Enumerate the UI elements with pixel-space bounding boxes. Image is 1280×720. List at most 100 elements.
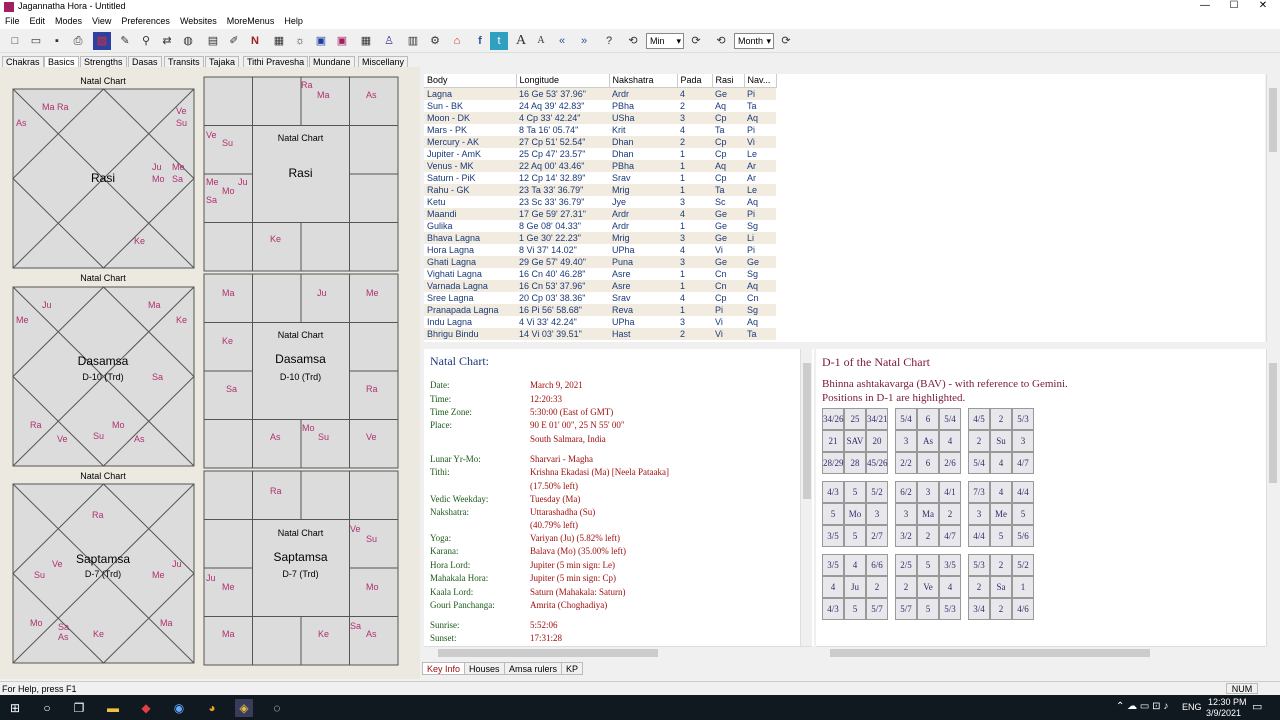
time-back-icon[interactable]: ⟲: [624, 32, 642, 50]
tray-icons[interactable]: ⌃ ☁ ▭ ⊡ ♪: [1116, 701, 1168, 712]
table-cell: Jupiter - AmK: [427, 148, 482, 159]
search-icon[interactable]: ○: [38, 699, 56, 717]
table-row[interactable]: Varnada Lagna 16 Cn 53' 37.96" Asre 1 Cn Aq: [424, 279, 776, 292]
key-info-hscrollbar[interactable]: [424, 646, 812, 658]
bav-cell: Ve: [917, 576, 939, 598]
table-cell: 14 Vi 03' 39.51": [516, 327, 609, 340]
table-cell: Ar: [747, 172, 756, 183]
tab-houses[interactable]: Houses: [464, 662, 505, 675]
app-icon-circle[interactable]: ◌: [268, 699, 286, 717]
table-row[interactable]: Sun - BK 24 Aq 39' 42.83" PBha 2 Aq Ta: [424, 100, 776, 112]
bav-cell: 5: [917, 598, 939, 620]
table-row[interactable]: Vighati Lagna 16 Cn 40' 46.28" Asre 1 Cn Sg: [424, 268, 776, 280]
clock-date[interactable]: 3/9/2021: [1206, 708, 1241, 718]
col-pada[interactable]: Pada: [677, 74, 713, 88]
table-row[interactable]: Venus - MK 22 Aq 00' 43.46" PBha 1 Aq Ar: [424, 159, 776, 172]
language-indicator[interactable]: ENG: [1182, 702, 1202, 712]
task-view-icon[interactable]: ❐: [70, 699, 88, 717]
table-cell: Vi: [744, 135, 776, 148]
table-row[interactable]: Gulika 8 Ge 08' 04.33" Ardr 1 Ge Sg: [424, 220, 776, 232]
table-row[interactable]: Sree Lagna 20 Cp 03' 38.36" Srav 4 Cp Cn: [424, 292, 776, 304]
font-smaller-icon[interactable]: A: [532, 32, 550, 50]
table-row[interactable]: Pranapada Lagna 16 Pi 56' 58.68" Reva 1 Pi Sg: [424, 303, 776, 316]
chrome-icon[interactable]: ◕: [203, 699, 221, 717]
col-body[interactable]: Body: [424, 74, 517, 88]
bav-cell: 28: [844, 452, 866, 474]
bav-hscrollbar[interactable]: [816, 646, 1266, 658]
close-button[interactable]: ✕: [1246, 0, 1280, 14]
table-row[interactable]: Ghati Lagna 29 Ge 57' 49.40" Puna 3 Ge Ge: [424, 255, 776, 268]
key-info-value: Sharvari - Magha: [530, 454, 593, 464]
key-info-label: Sunset:: [430, 633, 457, 643]
tab-kp[interactable]: KP: [561, 662, 584, 675]
bav-scrollbar[interactable]: [1266, 349, 1278, 646]
notification-icon[interactable]: ▭: [1252, 700, 1262, 713]
date-back-icon[interactable]: ⟲: [712, 32, 730, 50]
table-cell: Ardr: [609, 207, 677, 220]
table-cell: Le: [744, 183, 776, 196]
temple-icon[interactable]: ⌂: [448, 32, 466, 50]
twitter-icon[interactable]: t: [490, 32, 508, 50]
table-cell: Mars - PK: [427, 124, 468, 135]
date-forward-icon[interactable]: ⟳: [777, 32, 795, 50]
table-cell: Indu Lagna: [427, 316, 473, 327]
col-nav[interactable]: Nav...: [744, 74, 777, 88]
table-row[interactable]: Indu Lagna 4 Vi 33' 42.24" UPha 3 Vi Aq: [424, 316, 776, 328]
key-info-value: South Salmara, India: [530, 434, 606, 444]
south-rasi-title: Natal Chart: [277, 133, 324, 143]
table-row[interactable]: Mars - PK 8 Ta 16' 05.74" Krit 4 Ta Pi: [424, 124, 776, 136]
forward-icon[interactable]: »: [575, 32, 593, 50]
bav-cell: 4/7: [1012, 452, 1034, 474]
table-row[interactable]: Jupiter - AmK 25 Cp 47' 23.57" Dhan 1 Cp Le: [424, 148, 776, 160]
bav-cell: 2: [968, 576, 990, 598]
table-cell: Cp: [715, 148, 727, 159]
table-row[interactable]: Bhava Lagna 1 Ge 30' 22.23" Mrig 3 Ge Li: [424, 231, 776, 244]
col-nakshatra[interactable]: Nakshatra: [609, 74, 678, 88]
key-info-value: (40.79% left): [530, 520, 578, 530]
tools-icon[interactable]: ⚙: [426, 32, 444, 50]
planet-label: Ve: [366, 432, 377, 442]
table-cell: 1: [677, 279, 712, 292]
table-cell: Hast: [609, 327, 677, 340]
app-icon-red[interactable]: ◆: [137, 699, 155, 717]
clock-time[interactable]: 12:30 PM: [1208, 697, 1247, 707]
table-row[interactable]: Mercury - AK 27 Cp 51' 52.54" Dhan 2 Cp Vi: [424, 135, 776, 148]
planet-label: Ma: [222, 288, 235, 298]
col-longitude[interactable]: Longitude: [516, 74, 610, 88]
planet-label: Ke: [318, 629, 330, 639]
date-unit-select[interactable]: Month ▾: [734, 33, 774, 49]
file-explorer-icon[interactable]: ▬: [104, 699, 122, 717]
app-icon-blue[interactable]: ◉: [170, 699, 188, 717]
bav-cell: 3: [968, 503, 990, 525]
help-icon[interactable]: ?: [600, 32, 618, 50]
rewind-icon[interactable]: «: [553, 32, 571, 50]
planet-label: Ju: [172, 559, 182, 569]
facebook-icon[interactable]: f: [471, 32, 489, 50]
table-row[interactable]: Saturn - PiK 12 Cp 14' 32.89" Srav 1 Cp Ar: [424, 172, 776, 184]
col-rasi[interactable]: Rasi: [712, 74, 745, 88]
table-cell: 16 Ge 53' 37.96": [516, 87, 609, 100]
tab-amsa-rulers[interactable]: Amsa rulers: [504, 662, 563, 675]
table-cell: Cn: [747, 292, 759, 303]
table-cell: 17 Ge 59' 27.31": [516, 207, 609, 220]
bav-cell: 4/5: [968, 408, 990, 430]
table-row[interactable]: Maandi 17 Ge 59' 27.31" Ardr 4 Ge Pi: [424, 207, 776, 220]
table-row[interactable]: Hora Lagna 8 Vi 37' 14.02" UPha 4 Vi Pi: [424, 244, 776, 256]
table-scrollbar[interactable]: [1266, 74, 1278, 342]
jhora-taskbar-icon[interactable]: ◈: [235, 699, 253, 717]
key-info-scrollbar[interactable]: [800, 349, 812, 646]
time-unit-select[interactable]: Min ▾: [646, 33, 684, 49]
table-row[interactable]: Lagna 16 Ge 53' 37.96" Ardr 4 Ge Pi: [424, 87, 776, 100]
tab-key-info[interactable]: Key Info: [422, 662, 466, 675]
table-row[interactable]: Bhrigu Bindu 14 Vi 03' 39.51" Hast 2 Vi Ta: [424, 327, 776, 340]
windows-start-icon[interactable]: ⊞: [6, 699, 24, 717]
bav-cell: 2: [990, 554, 1012, 576]
table-row[interactable]: Ketu 23 Sc 33' 36.79" Jye 3 Sc Aq: [424, 196, 776, 208]
table-row[interactable]: Moon - DK 4 Cp 33' 42.24" USha 3 Cp Aq: [424, 111, 776, 124]
planet-label: Mo: [112, 420, 125, 430]
table-row[interactable]: Rahu - GK 23 Ta 33' 36.79" Mrig 1 Ta Le: [424, 183, 776, 196]
time-forward-icon[interactable]: ⟳: [687, 32, 705, 50]
font-larger-icon[interactable]: A: [512, 32, 530, 50]
key-info-label: Time Zone:: [430, 407, 472, 417]
key-info-value: 12:20:33: [530, 394, 563, 404]
